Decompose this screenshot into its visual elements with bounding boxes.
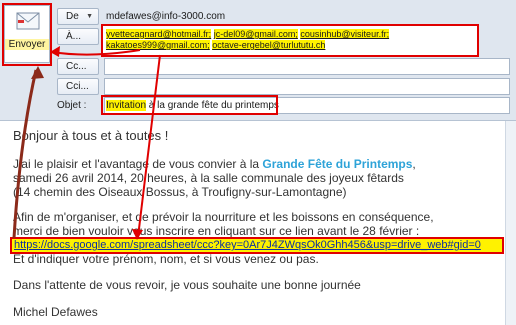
arrow-link-to-send [12, 69, 38, 239]
arrow-head-send [50, 46, 60, 57]
arrow-recipients-to-link [137, 54, 161, 238]
arrow-head-link [132, 229, 143, 240]
annotation-arrows [12, 46, 161, 240]
arrow-head-back [31, 66, 44, 79]
arrow-to-send [51, 49, 141, 56]
